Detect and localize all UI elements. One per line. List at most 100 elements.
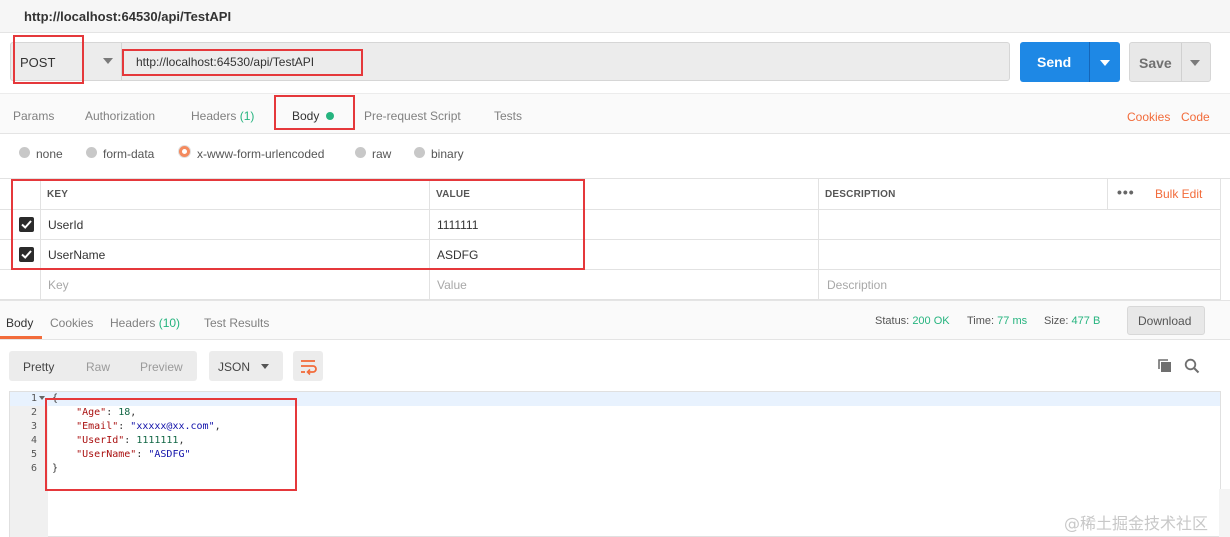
more-dots-icon[interactable]: ••• (1117, 184, 1135, 200)
view-mode-group: Pretty Raw Preview (9, 351, 197, 381)
save-button[interactable]: Save (1129, 42, 1211, 82)
cookies-link[interactable]: Cookies (1127, 110, 1170, 124)
method-select[interactable]: POST (20, 55, 55, 70)
active-line-highlight (10, 392, 1220, 406)
bulk-edit-link[interactable]: Bulk Edit (1155, 187, 1202, 201)
json-key: "UserName" (76, 449, 137, 460)
chevron-down-icon[interactable] (1190, 60, 1200, 66)
radio-form-data-label: form-data (103, 147, 155, 161)
time-value: 77 ms (997, 315, 1028, 327)
fold-arrow-icon[interactable] (39, 396, 45, 400)
key-cell[interactable]: UserId (48, 218, 83, 232)
row-checkbox[interactable] (19, 247, 34, 262)
divider (1089, 42, 1090, 82)
tab-prerequest-script[interactable]: Pre-request Script (364, 109, 461, 123)
wrap-lines-button[interactable] (293, 351, 323, 381)
chevron-down-icon[interactable] (1100, 60, 1110, 66)
key-cell[interactable]: UserName (48, 248, 105, 262)
table-border (0, 178, 1230, 179)
code-line: } (52, 463, 59, 474)
radio-urlencoded[interactable] (179, 146, 190, 157)
copy-icon[interactable] (1157, 358, 1173, 374)
json-comma: , (178, 435, 185, 446)
save-button-label: Save (1139, 55, 1172, 71)
send-button-label: Send (1037, 54, 1072, 70)
code-link[interactable]: Code (1181, 110, 1210, 124)
radio-none[interactable] (19, 147, 30, 158)
send-button[interactable]: Send (1020, 42, 1120, 82)
table-border (1220, 178, 1221, 300)
table-border (1107, 178, 1108, 209)
radio-none-label: none (36, 147, 63, 161)
line-number: 5 (30, 449, 37, 460)
table-border (0, 209, 1220, 210)
code-line: "Email": "xxxxx@xx.com", (76, 421, 221, 432)
request-tabs (0, 93, 1230, 134)
modified-dot-icon (326, 112, 334, 120)
column-header-value: VALUE (436, 189, 471, 200)
response-tab-test-results[interactable]: Test Results (204, 316, 269, 330)
view-pretty-button[interactable]: Pretty (23, 360, 54, 374)
chevron-down-icon[interactable] (103, 58, 113, 64)
json-string: "ASDFG" (148, 449, 191, 460)
table-border (0, 269, 1220, 270)
row-checkbox[interactable] (19, 217, 34, 232)
view-preview-button[interactable]: Preview (140, 360, 183, 374)
response-tab-cookies[interactable]: Cookies (50, 316, 93, 330)
size-label: Size: (1044, 315, 1069, 327)
tab-body[interactable]: Body (292, 109, 319, 123)
search-icon[interactable] (1184, 358, 1200, 374)
divider (121, 43, 122, 80)
scrollbar[interactable] (1219, 489, 1230, 537)
code-line: "UserName": "ASDFG" (76, 449, 191, 460)
tab-authorization[interactable]: Authorization (85, 109, 155, 123)
radio-raw-label: raw (372, 147, 392, 161)
radio-binary[interactable] (414, 147, 425, 158)
status-readout: Status: 200 OK (875, 315, 950, 327)
code-line: { (52, 393, 59, 404)
size-readout: Size: 477 B (1044, 315, 1100, 327)
json-string: "xxxxx@xx.com" (130, 421, 215, 432)
response-tab-headers[interactable]: Headers (10) (110, 316, 180, 330)
description-input-placeholder[interactable]: Description (827, 278, 887, 292)
json-key: "UserId" (76, 435, 125, 446)
tab-tests[interactable]: Tests (494, 109, 522, 123)
column-header-description: DESCRIPTION (825, 189, 896, 200)
download-button[interactable]: Download (1127, 306, 1205, 335)
response-tab-body[interactable]: Body (6, 316, 33, 330)
table-border (429, 178, 430, 300)
json-key: "Age" (76, 407, 107, 418)
wrap-lines-icon (301, 360, 317, 376)
value-cell[interactable]: ASDFG (437, 248, 478, 262)
headers-count: (1) (239, 109, 255, 123)
value-input-placeholder[interactable]: Value (437, 278, 467, 292)
table-border (40, 178, 41, 300)
radio-binary-label: binary (431, 147, 464, 161)
chevron-down-icon (261, 364, 269, 369)
status-value: 200 OK (912, 315, 950, 327)
tab-headers[interactable]: Headers (1) (191, 109, 254, 123)
json-comma: , (214, 421, 221, 432)
response-headers-count: (10) (158, 316, 181, 330)
active-tab-indicator (0, 336, 42, 339)
json-comma: , (130, 407, 137, 418)
format-select[interactable]: JSON (209, 351, 283, 381)
value-cell[interactable]: 1111111 (437, 218, 478, 232)
time-label: Time: (967, 315, 995, 327)
download-button-label: Download (1138, 314, 1192, 328)
tab-headers-label: Headers (191, 109, 237, 123)
check-icon (21, 250, 32, 259)
url-input[interactable]: http://localhost:64530/api/TestAPI (136, 55, 314, 69)
line-number: 2 (30, 407, 37, 418)
json-key: "Email" (76, 421, 119, 432)
radio-raw[interactable] (355, 147, 366, 158)
column-header-key: KEY (47, 189, 69, 200)
radio-form-data[interactable] (86, 147, 97, 158)
watermark: @稀土掘金技术社区 (1064, 514, 1209, 533)
key-input-placeholder[interactable]: Key (48, 278, 69, 292)
view-raw-button[interactable]: Raw (86, 360, 110, 374)
tab-params[interactable]: Params (13, 109, 54, 123)
status-label: Status: (875, 315, 910, 327)
response-editor[interactable] (9, 391, 1221, 537)
format-select-label: JSON (218, 360, 251, 374)
